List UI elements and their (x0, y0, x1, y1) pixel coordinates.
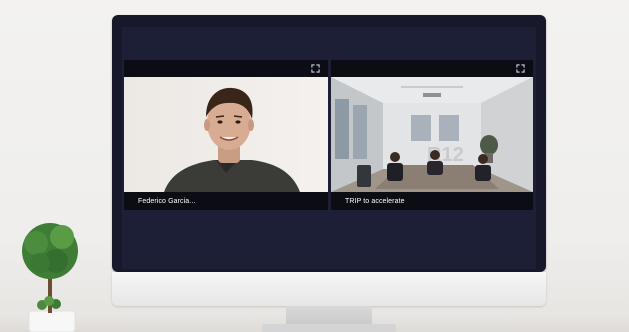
participant-tile[interactable]: Federico Garcia... (124, 60, 328, 210)
monitor-stand (286, 306, 372, 326)
participant-video (124, 77, 328, 192)
participant-name: TRIP to accelerate (345, 198, 405, 205)
participant-video: R12 (331, 77, 533, 192)
participant-tile[interactable]: R12 TRIP to accelerate (331, 60, 533, 210)
monitor-stand-base (262, 324, 396, 332)
potted-plant (22, 223, 78, 332)
participant-name: Federico Garcia... (138, 198, 196, 205)
participant-video-frame: R12 (331, 77, 533, 192)
participant-video-frame (124, 77, 328, 192)
expand-icon[interactable] (311, 64, 320, 73)
monitor-chin (112, 272, 546, 306)
expand-icon[interactable] (516, 64, 525, 73)
